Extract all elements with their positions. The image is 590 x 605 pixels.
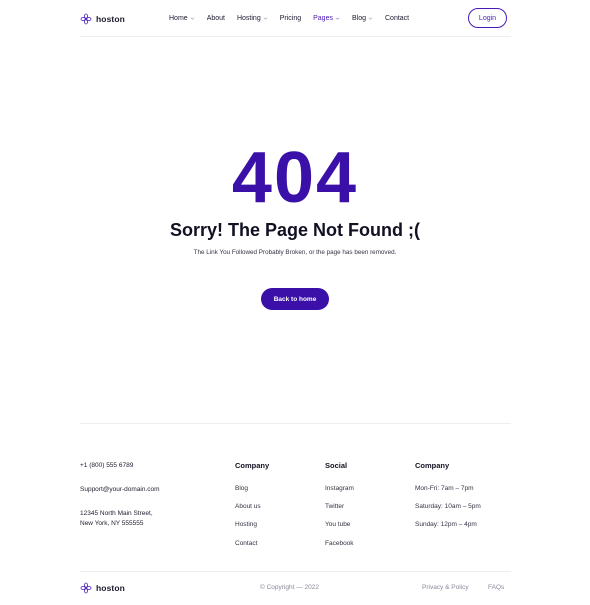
hexagon-flower-icon bbox=[80, 582, 92, 594]
footer-divider bbox=[80, 423, 511, 424]
footer-link-youtube[interactable]: You tube bbox=[325, 521, 350, 528]
nav-item-label: Pricing bbox=[279, 15, 302, 22]
footer-link-about-us[interactable]: About us bbox=[235, 503, 261, 510]
error-title: Sorry! The Page Not Found ;( bbox=[170, 220, 420, 240]
footer-link-twitter[interactable]: Twitter bbox=[325, 503, 344, 510]
header-divider bbox=[80, 36, 511, 37]
nav-item-label: Blog bbox=[351, 15, 366, 22]
copyright-text: © Copyright — 2022 bbox=[260, 584, 319, 591]
footer-hours-column: Company Mon-Fri: 7am – 7pm Saturday: 10a… bbox=[415, 461, 511, 531]
site-header: hoston Home About Hosting Pricing Pages … bbox=[80, 6, 511, 31]
contact-address-line1: 12345 North Main Street, bbox=[80, 510, 153, 517]
nav-item-pricing[interactable]: Pricing bbox=[280, 15, 301, 22]
nav-item-label: Hosting bbox=[236, 15, 261, 22]
nav-item-label: About bbox=[206, 15, 225, 22]
contact-phone[interactable]: +1 (800) 555 6789 bbox=[80, 461, 133, 470]
footer-social-heading: Social bbox=[325, 461, 348, 470]
footer-social-column: Social Instagram Twitter You tube Facebo… bbox=[325, 461, 405, 551]
hours-weekday: Mon-Fri: 7am – 7pm bbox=[415, 485, 474, 492]
nav-item-blog[interactable]: Blog bbox=[352, 15, 373, 22]
footer-company-heading: Company bbox=[235, 461, 270, 470]
chevron-down-icon bbox=[263, 17, 267, 20]
footer-link-facebook[interactable]: Facebook bbox=[325, 540, 354, 547]
hours-saturday: Saturday: 10am – 5pm bbox=[415, 503, 481, 510]
login-button[interactable]: Login bbox=[468, 8, 507, 28]
contact-address-line2: New York, NY 555555 bbox=[80, 520, 144, 527]
nav-item-contact[interactable]: Contact bbox=[385, 15, 409, 22]
chevron-down-icon bbox=[368, 17, 373, 20]
main-nav: Home About Hosting Pricing Pages Blog Co… bbox=[169, 6, 421, 31]
nav-item-home[interactable]: Home bbox=[169, 15, 195, 22]
nav-item-pages[interactable]: Pages bbox=[313, 15, 340, 22]
footer-company-column: Company Blog About us Hosting Contact bbox=[235, 461, 315, 551]
nav-item-label: Contact bbox=[385, 15, 410, 22]
nav-item-label: Pages bbox=[313, 15, 333, 22]
brand-logo[interactable]: hoston bbox=[80, 13, 125, 25]
brand-name: hoston bbox=[96, 583, 125, 593]
error-description: The Link You Followed Probably Broken, o… bbox=[193, 249, 397, 256]
footer-hours-heading: Company bbox=[415, 461, 450, 470]
footer-link-instagram[interactable]: Instagram bbox=[325, 485, 354, 492]
brand-name: hoston bbox=[96, 13, 125, 24]
privacy-policy-link[interactable]: Privacy & Policy bbox=[422, 584, 469, 591]
footer-bottom-divider bbox=[80, 571, 511, 572]
error-code: 404 bbox=[231, 138, 359, 218]
footer-contact: +1 (800) 555 6789 Support@your-domain.co… bbox=[80, 461, 200, 536]
footer-brand-logo[interactable]: hoston bbox=[80, 582, 125, 594]
hours-sunday: Sunday: 12pm – 4pm bbox=[415, 521, 477, 528]
nav-item-about[interactable]: About bbox=[207, 15, 225, 22]
nav-item-label: Home bbox=[169, 15, 188, 22]
footer-link-contact[interactable]: Contact bbox=[235, 540, 257, 547]
footer-link-blog[interactable]: Blog bbox=[235, 485, 248, 492]
faqs-link[interactable]: FAQs bbox=[488, 584, 504, 591]
chevron-down-icon bbox=[335, 17, 340, 20]
nav-item-hosting[interactable]: Hosting bbox=[237, 15, 268, 22]
contact-email[interactable]: Support@your-domain.com bbox=[80, 485, 160, 494]
footer-link-hosting[interactable]: Hosting bbox=[235, 521, 257, 528]
back-to-home-button[interactable]: Back to home bbox=[261, 288, 329, 310]
hexagon-flower-icon bbox=[80, 13, 92, 24]
chevron-down-icon bbox=[190, 17, 194, 20]
